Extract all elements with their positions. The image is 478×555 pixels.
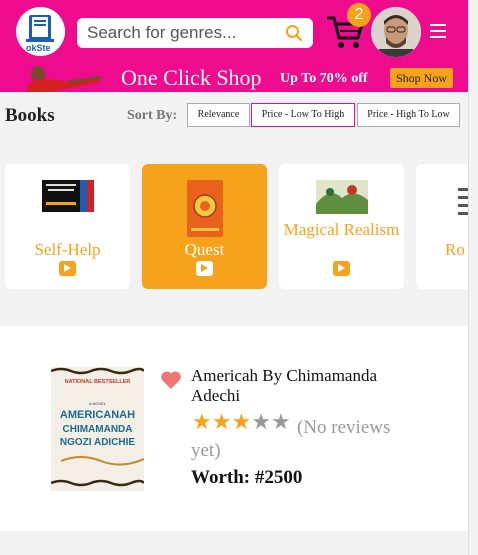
logo[interactable]: okSte bbox=[16, 7, 65, 56]
sort-price-high-low-button[interactable]: Price - High To Low bbox=[357, 103, 460, 127]
user-avatar-icon bbox=[371, 7, 421, 57]
book-cover-image bbox=[41, 180, 94, 212]
genre-label: Magical Realism bbox=[283, 220, 400, 239]
cover-title: AMERICANAH bbox=[60, 409, 135, 421]
arrow-right-icon[interactable] bbox=[333, 261, 350, 276]
promo-subtitle: Up To 70% off bbox=[280, 71, 368, 86]
genre-label: Ro bbox=[445, 240, 465, 259]
promo-person-image bbox=[26, 66, 102, 92]
genre-card-magical-realism[interactable]: Magical Realism bbox=[279, 164, 404, 289]
user-avatar[interactable] bbox=[371, 7, 421, 57]
scrollbar[interactable] bbox=[468, 0, 478, 555]
genre-card-ro[interactable]: Ro bbox=[416, 164, 468, 289]
arrow-right-icon[interactable] bbox=[196, 261, 213, 276]
product-price: Worth: #2500 bbox=[191, 467, 303, 488]
hamburger-menu-icon[interactable] bbox=[430, 24, 446, 38]
sort-relevance-button[interactable]: Relevance bbox=[187, 103, 250, 127]
cover-subtitle: A NOVEL bbox=[89, 401, 107, 406]
promo-banner[interactable]: One Click Shop Up To 70% off Shop Now bbox=[0, 64, 468, 92]
book-cover-image bbox=[315, 180, 368, 214]
genre-label: Self-Help bbox=[34, 240, 101, 259]
sort-price-low-high-button[interactable]: Price - Low To High bbox=[251, 103, 355, 127]
book-cover-image bbox=[186, 180, 223, 237]
search-input[interactable] bbox=[87, 21, 277, 45]
sort-label: Sort By: bbox=[127, 108, 178, 123]
cover-badge: NATIONAL BESTSELLER bbox=[65, 379, 131, 385]
promo-title: One Click Shop bbox=[121, 65, 262, 90]
genre-label: Quest bbox=[184, 240, 225, 259]
shop-now-button[interactable]: Shop Now bbox=[390, 68, 453, 88]
page-title: Books bbox=[5, 105, 55, 126]
search-box bbox=[77, 18, 313, 48]
genre-card-quest[interactable]: Quest bbox=[142, 164, 267, 289]
top-navbar: okSte 2 bbox=[0, 0, 468, 64]
book-cover-image bbox=[456, 180, 468, 236]
heart-icon[interactable] bbox=[160, 370, 182, 390]
product-cover-image[interactable]: NATIONAL BESTSELLER A NOVEL AMERICANAH C… bbox=[50, 367, 145, 491]
review-count: (No reviews yet) bbox=[191, 417, 391, 461]
logo-text: okSte bbox=[26, 43, 51, 53]
product-card[interactable]: NATIONAL BESTSELLER A NOVEL AMERICANAH C… bbox=[0, 326, 468, 531]
arrow-right-icon[interactable] bbox=[59, 261, 76, 276]
book-cover-art: NATIONAL BESTSELLER A NOVEL AMERICANAH C… bbox=[50, 367, 145, 491]
product-title[interactable]: Americah By Chimamanda Adechi bbox=[191, 366, 421, 406]
genre-card-self-help[interactable]: Self-Help bbox=[5, 164, 130, 289]
cover-author-first: CHIMAMANDA bbox=[63, 424, 133, 435]
cart-count-badge: 2 bbox=[347, 3, 371, 27]
search-icon[interactable] bbox=[285, 24, 303, 42]
cover-author-last: NGOZI ADICHIE bbox=[60, 437, 136, 448]
